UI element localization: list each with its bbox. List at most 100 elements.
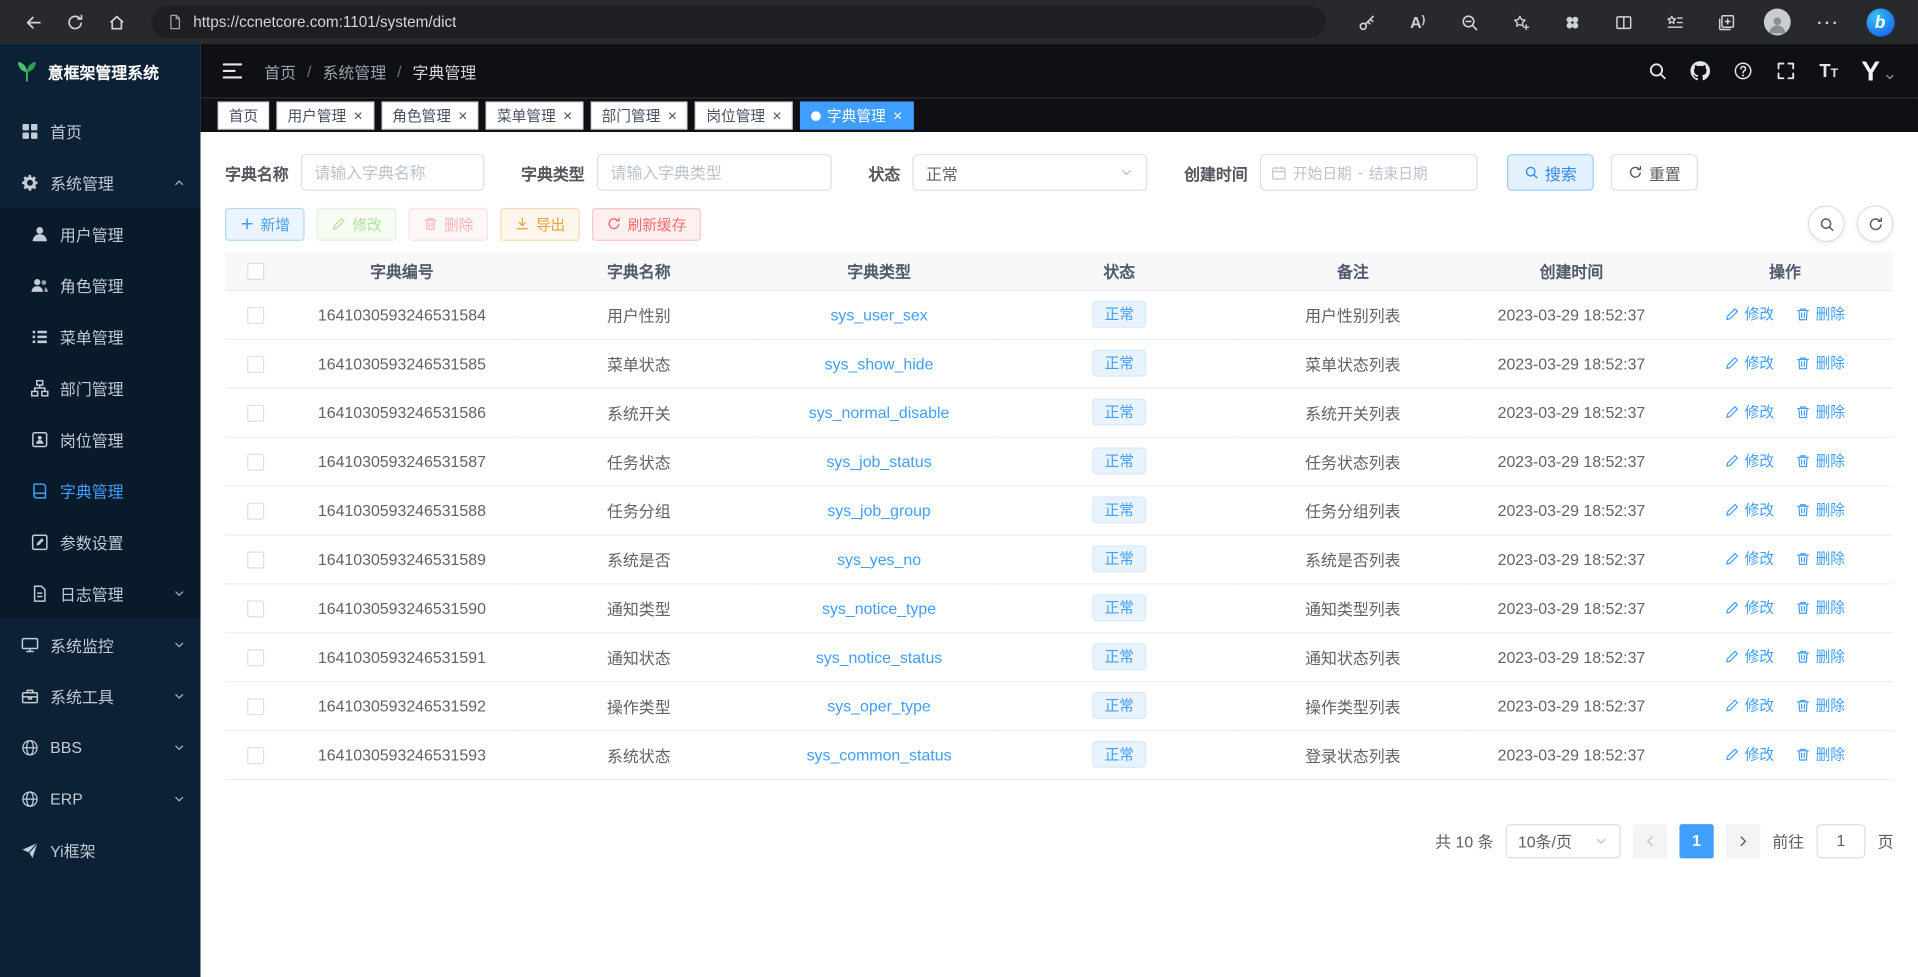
prev-page-button[interactable]: [1633, 824, 1667, 858]
split-screen-icon[interactable]: [1597, 4, 1648, 41]
fullscreen-icon[interactable]: [1777, 61, 1797, 81]
sidebar-item-erp[interactable]: ERP: [0, 773, 201, 824]
dict-type-link[interactable]: sys_yes_no: [837, 550, 921, 568]
sidebar-item-log-management[interactable]: 日志管理: [0, 567, 201, 618]
refresh-table-button[interactable]: [1857, 205, 1894, 242]
row-edit-link[interactable]: 修改: [1725, 695, 1774, 716]
hamburger-icon[interactable]: [223, 61, 243, 81]
add-button[interactable]: 新增: [225, 207, 305, 240]
row-edit-link[interactable]: 修改: [1725, 401, 1774, 422]
favorites-bar-icon[interactable]: [1649, 4, 1700, 41]
row-delete-link[interactable]: 删除: [1796, 597, 1845, 618]
row-checkbox[interactable]: [247, 356, 264, 373]
goto-page-input[interactable]: [1816, 824, 1865, 858]
sidebar-item-yi-framework[interactable]: Yi框架: [0, 824, 201, 875]
sidebar-item-user-management[interactable]: 用户管理: [0, 208, 201, 259]
close-icon[interactable]: ×: [354, 108, 363, 124]
row-delete-link[interactable]: 删除: [1796, 352, 1845, 373]
edit-button[interactable]: 修改: [317, 207, 397, 240]
sidebar-item-system-management[interactable]: 系统管理: [0, 157, 201, 208]
breadcrumb-item[interactable]: 字典管理: [413, 59, 477, 82]
tab-dict-management[interactable]: 字典管理×: [800, 101, 913, 129]
password-key-icon[interactable]: [1341, 4, 1392, 41]
row-delete-link[interactable]: 删除: [1796, 744, 1845, 765]
sidebar-item-dept-management[interactable]: 部门管理: [0, 362, 201, 413]
tab-role-management[interactable]: 角色管理×: [381, 101, 478, 129]
page-1-button[interactable]: 1: [1679, 824, 1713, 858]
toggle-search-button[interactable]: [1808, 205, 1845, 242]
sidebar-item-dict-management[interactable]: 字典管理: [0, 465, 201, 516]
address-bar[interactable]: https://ccnetcore.com:1101/system/dict: [152, 6, 1326, 38]
sidebar-item-bbs[interactable]: BBS: [0, 721, 201, 772]
dict-type-link[interactable]: sys_normal_disable: [809, 403, 950, 421]
dict-type-link[interactable]: sys_job_group: [827, 501, 930, 519]
dict-type-link[interactable]: sys_oper_type: [827, 696, 930, 714]
user-avatar[interactable]: Y: [1861, 57, 1896, 85]
back-icon[interactable]: [12, 4, 54, 41]
delete-button[interactable]: 删除: [409, 207, 489, 240]
close-icon[interactable]: ×: [893, 108, 902, 124]
dict-type-link[interactable]: sys_notice_type: [822, 599, 936, 617]
row-checkbox[interactable]: [247, 747, 264, 764]
select-all-checkbox[interactable]: [247, 263, 264, 280]
page-size-select[interactable]: 10条/页: [1506, 824, 1621, 858]
app-logo[interactable]: 意框架管理系统: [0, 44, 201, 98]
tab-post-management[interactable]: 岗位管理×: [695, 101, 792, 129]
row-checkbox[interactable]: [247, 453, 264, 470]
favorites-add-icon[interactable]: [1495, 4, 1546, 41]
status-select[interactable]: 正常: [913, 154, 1148, 191]
row-edit-link[interactable]: 修改: [1725, 450, 1774, 471]
more-options-icon[interactable]: ···: [1803, 4, 1854, 41]
collections-icon[interactable]: [1700, 4, 1751, 41]
bing-chat-icon[interactable]: b: [1854, 4, 1905, 41]
close-icon[interactable]: ×: [458, 108, 467, 124]
row-checkbox[interactable]: [247, 698, 264, 715]
row-edit-link[interactable]: 修改: [1725, 548, 1774, 569]
dict-type-link[interactable]: sys_job_status: [826, 452, 931, 470]
sidebar-item-home[interactable]: 首页: [0, 105, 201, 156]
github-icon[interactable]: [1691, 61, 1711, 81]
row-delete-link[interactable]: 删除: [1796, 499, 1845, 520]
tab-home[interactable]: 首页: [218, 101, 269, 129]
read-aloud-icon[interactable]: A): [1392, 4, 1443, 41]
reset-button[interactable]: 重置: [1611, 154, 1698, 191]
row-delete-link[interactable]: 删除: [1796, 450, 1845, 471]
row-checkbox[interactable]: [247, 649, 264, 666]
tab-menu-management[interactable]: 菜单管理×: [486, 101, 583, 129]
row-edit-link[interactable]: 修改: [1725, 646, 1774, 667]
sidebar-item-system-tools[interactable]: 系统工具: [0, 670, 201, 721]
extensions-icon[interactable]: [1546, 4, 1597, 41]
row-checkbox[interactable]: [247, 551, 264, 568]
row-delete-link[interactable]: 删除: [1796, 646, 1845, 667]
date-range-picker[interactable]: 开始日期 - 结束日期: [1260, 154, 1478, 191]
row-checkbox[interactable]: [247, 502, 264, 519]
sidebar-item-menu-management[interactable]: 菜单管理: [0, 311, 201, 362]
close-icon[interactable]: ×: [772, 108, 781, 124]
row-delete-link[interactable]: 删除: [1796, 401, 1845, 422]
dict-type-input[interactable]: [610, 163, 818, 181]
sidebar-item-post-management[interactable]: 岗位管理: [0, 413, 201, 464]
row-delete-link[interactable]: 删除: [1796, 548, 1845, 569]
sidebar-item-role-management[interactable]: 角色管理: [0, 259, 201, 310]
row-checkbox[interactable]: [247, 404, 264, 421]
profile-avatar-icon[interactable]: [1752, 4, 1803, 41]
breadcrumb-item[interactable]: 系统管理: [322, 59, 386, 82]
tab-dept-management[interactable]: 部门管理×: [591, 101, 688, 129]
row-delete-link[interactable]: 删除: [1796, 695, 1845, 716]
search-button[interactable]: 搜索: [1507, 154, 1594, 191]
row-delete-link[interactable]: 删除: [1796, 304, 1845, 325]
row-edit-link[interactable]: 修改: [1725, 597, 1774, 618]
home-icon[interactable]: [95, 4, 137, 41]
sidebar-item-param-settings[interactable]: 参数设置: [0, 516, 201, 567]
zoom-out-icon[interactable]: [1443, 4, 1494, 41]
dict-type-link[interactable]: sys_user_sex: [830, 305, 927, 323]
export-button[interactable]: 导出: [500, 207, 580, 240]
dict-type-link[interactable]: sys_notice_status: [816, 647, 942, 665]
close-icon[interactable]: ×: [668, 108, 677, 124]
sidebar-item-system-monitor[interactable]: 系统监控: [0, 619, 201, 670]
breadcrumb-item[interactable]: 首页: [264, 59, 296, 82]
close-icon[interactable]: ×: [563, 108, 572, 124]
row-edit-link[interactable]: 修改: [1725, 499, 1774, 520]
refresh-icon[interactable]: [54, 4, 96, 41]
question-icon[interactable]: [1734, 61, 1754, 81]
